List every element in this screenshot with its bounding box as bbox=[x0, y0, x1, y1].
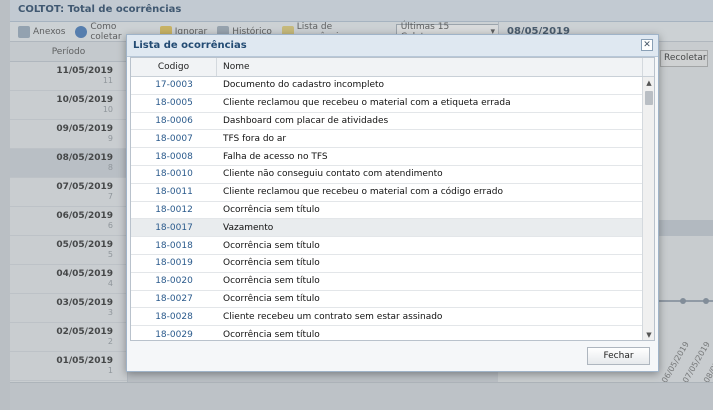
fechar-button[interactable]: Fechar bbox=[587, 347, 650, 365]
table-row[interactable]: 18-0020 Ocorrência sem título bbox=[131, 273, 642, 291]
table-row[interactable]: 18-0006 Dashboard com placar de atividade… bbox=[131, 113, 642, 131]
table-row[interactable]: 18-0010 Cliente não conseguiu contato com… bbox=[131, 166, 642, 184]
table-row[interactable]: 18-0007 TFS fora do ar bbox=[131, 130, 642, 149]
cell-codigo: 18-0005 bbox=[155, 98, 193, 109]
table-row[interactable]: 18-0008 Falha de acesso no TFS bbox=[131, 148, 642, 166]
grid-header: Codigo Nome bbox=[131, 58, 654, 77]
cell-nome: Ocorrência sem título bbox=[223, 204, 320, 215]
cell-codigo: 18-0029 bbox=[155, 329, 193, 340]
table-row[interactable]: 18-0012 Ocorrência sem título bbox=[131, 202, 642, 220]
cell-codigo: 18-0007 bbox=[155, 133, 193, 144]
close-icon[interactable]: ✕ bbox=[641, 39, 653, 51]
scroll-up-icon[interactable]: ▲ bbox=[644, 78, 654, 88]
cell-nome: Falha de acesso no TFS bbox=[223, 151, 328, 162]
cell-nome: Dashboard com placar de atividades bbox=[223, 115, 389, 126]
cell-nome: Cliente recebeu um contrato sem estar as… bbox=[223, 311, 443, 322]
cell-codigo: 18-0011 bbox=[155, 187, 193, 198]
grid-rows: 17-0003 Documento do cadastro incompleto 1… bbox=[131, 77, 642, 340]
scroll-thumb[interactable] bbox=[645, 91, 653, 105]
cell-nome: TFS fora do ar bbox=[223, 133, 287, 144]
cell-codigo: 18-0017 bbox=[155, 222, 193, 233]
cell-codigo: 17-0003 bbox=[155, 80, 193, 91]
cell-nome: Documento do cadastro incompleto bbox=[223, 80, 385, 91]
table-row[interactable]: 18-0027 Ocorrência sem título bbox=[131, 291, 642, 309]
cell-codigo: 18-0018 bbox=[155, 240, 193, 251]
cell-nome: Ocorrência sem título bbox=[223, 293, 320, 304]
grid-scrollbar[interactable]: ▲ ▼ bbox=[642, 77, 654, 340]
cell-codigo: 18-0019 bbox=[155, 258, 193, 269]
cell-nome: Ocorrência sem título bbox=[223, 276, 320, 287]
cell-codigo: 18-0010 bbox=[155, 169, 193, 180]
table-row[interactable]: 18-0017 Vazamento bbox=[131, 219, 642, 238]
table-row[interactable]: 18-0028 Cliente recebeu um contrato sem e… bbox=[131, 308, 642, 327]
column-header-codigo[interactable]: Codigo bbox=[131, 58, 217, 76]
cell-nome: Cliente reclamou que recebeu o material … bbox=[223, 98, 511, 109]
table-row[interactable]: 18-0005 Cliente reclamou que recebeu o ma… bbox=[131, 95, 642, 113]
table-row[interactable]: 18-0019 Ocorrência sem título bbox=[131, 255, 642, 273]
cell-nome: Ocorrência sem título bbox=[223, 329, 320, 340]
ocorrencias-grid: Codigo Nome 17-0003 Documento do cadastro… bbox=[130, 57, 655, 341]
cell-nome: Cliente reclamou que recebeu o material … bbox=[223, 187, 503, 198]
column-header-nome[interactable]: Nome bbox=[217, 58, 642, 76]
cell-nome: Ocorrência sem título bbox=[223, 240, 320, 251]
table-row[interactable]: 18-0011 Cliente reclamou que recebeu o ma… bbox=[131, 184, 642, 202]
cell-codigo: 18-0008 bbox=[155, 151, 193, 162]
cell-codigo: 18-0012 bbox=[155, 204, 193, 215]
cell-nome: Vazamento bbox=[223, 222, 274, 233]
header-spacer bbox=[642, 58, 654, 76]
ocorrencias-dialog: Lista de ocorrências ✕ Codigo Nome 17-00… bbox=[126, 34, 659, 372]
cell-nome: Cliente não conseguiu contato com atendi… bbox=[223, 169, 443, 180]
cell-codigo: 18-0006 bbox=[155, 115, 193, 126]
table-row[interactable]: 18-0029 Ocorrência sem título bbox=[131, 326, 642, 340]
table-row[interactable]: 18-0018 Ocorrência sem título bbox=[131, 237, 642, 255]
cell-codigo: 18-0028 bbox=[155, 311, 193, 322]
scroll-down-icon[interactable]: ▼ bbox=[644, 330, 654, 340]
table-row[interactable]: 17-0003 Documento do cadastro incompleto bbox=[131, 77, 642, 95]
cell-codigo: 18-0020 bbox=[155, 276, 193, 287]
dialog-title: Lista de ocorrências bbox=[127, 35, 658, 57]
cell-nome: Ocorrência sem título bbox=[223, 258, 320, 269]
cell-codigo: 18-0027 bbox=[155, 293, 193, 304]
